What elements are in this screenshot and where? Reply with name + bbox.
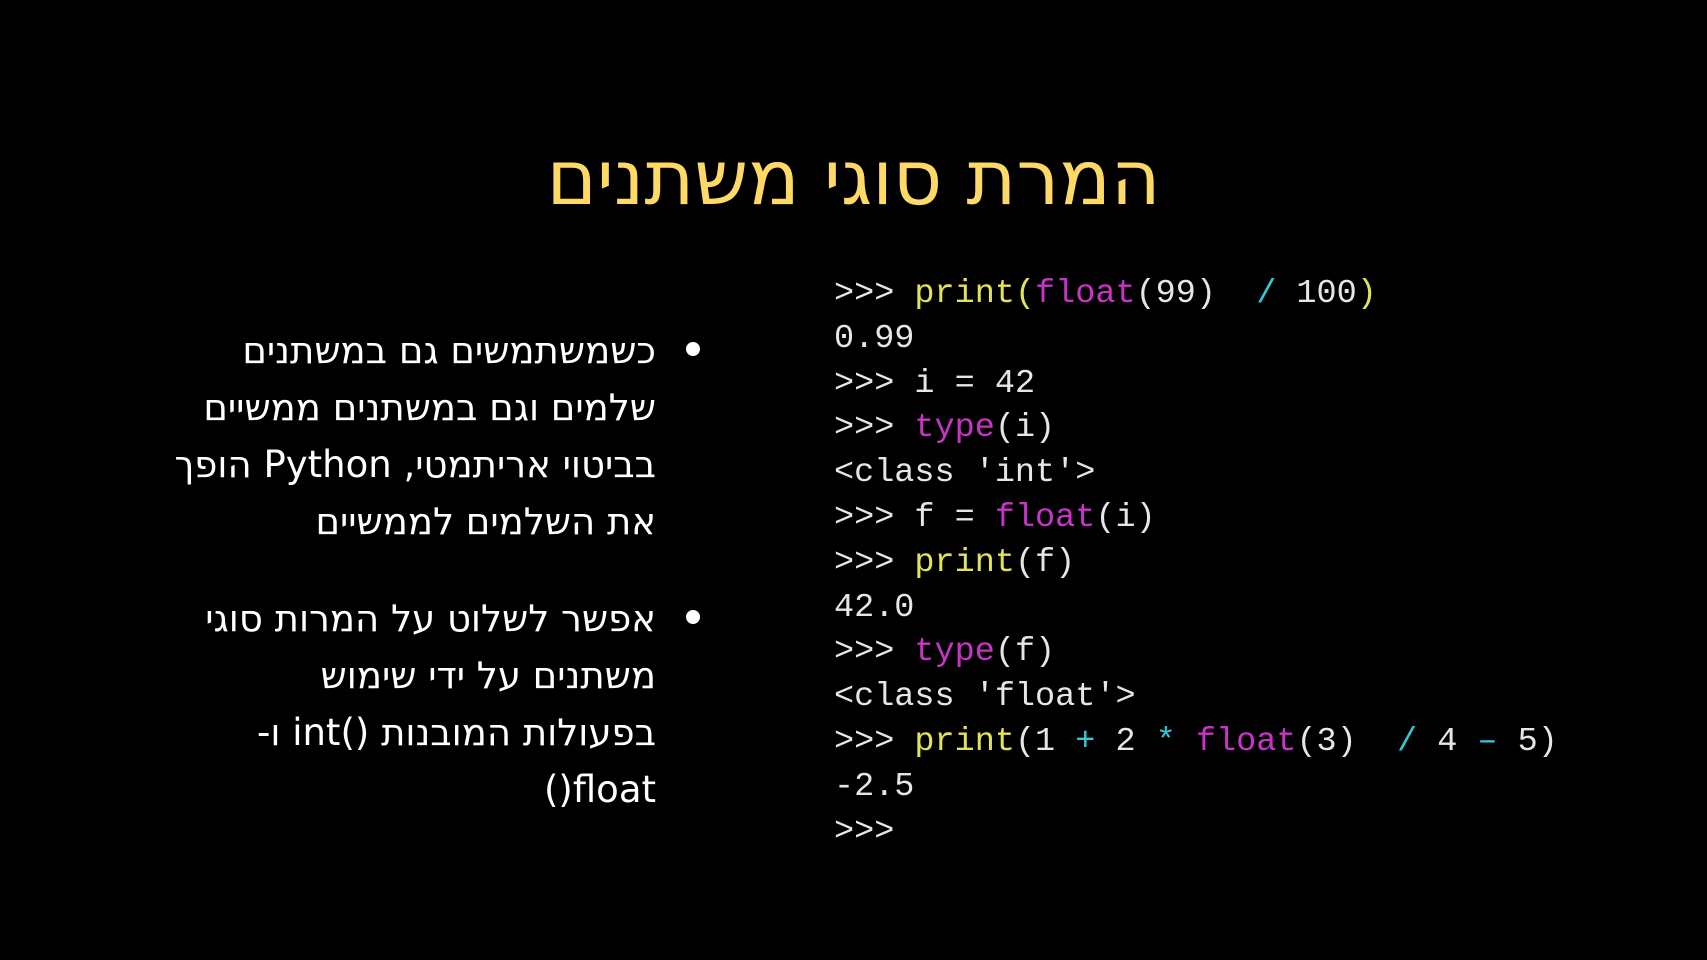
slide-title: המרת סוגי משתנים	[546, 133, 1161, 222]
console-token: <class 'float'>	[834, 678, 1136, 717]
console-prompt: >>>	[834, 633, 915, 672]
bullet-item: אפשר לשלוט על המרות סוגי משתנים על ידי ש…	[100, 590, 700, 818]
console-line: >>> print(f)	[834, 541, 1558, 586]
console-token: type	[914, 633, 995, 672]
console-line: >>> i = 42	[834, 362, 1558, 407]
console-token: (f)	[994, 633, 1056, 672]
console-prompt: >>>	[834, 364, 915, 403]
console-token: 2	[1115, 722, 1156, 761]
console-token: print	[914, 543, 1015, 582]
console-token: (3)	[1296, 722, 1397, 761]
bullet-text-line: float()	[544, 768, 656, 811]
console-line: 42.0	[834, 586, 1558, 631]
console-line: >>> type(f)	[834, 630, 1558, 675]
console-token: <class 'int'>	[834, 454, 1096, 493]
console-token: -2.5	[834, 767, 915, 806]
bullet-item: כשמשתמשים גם במשתנים שלמים וגם במשתנים מ…	[100, 322, 700, 550]
console-prompt: >>>	[834, 543, 915, 582]
console-token: float	[1195, 722, 1297, 761]
console-token: 0.99	[834, 319, 915, 358]
console-token: 100	[1296, 275, 1357, 313]
bullet-text-line: את השלמים לממשיים	[315, 500, 656, 543]
console-token: (f)	[1014, 543, 1076, 582]
console-line: >>> print(float(99) / 100)	[834, 272, 1558, 317]
console-token: f =	[914, 498, 995, 537]
console-token: type	[914, 409, 995, 448]
bullet-text-line: משתנים על ידי שימוש	[320, 654, 656, 697]
console-prompt: >>>	[834, 409, 915, 448]
bullet-text-line: כשמשתמשים גם במשתנים	[242, 329, 656, 372]
console-token: (1	[1014, 722, 1076, 761]
console-token: )	[1356, 275, 1377, 313]
python-console-code-block: >>> print(float(99) / 100) 0.99 >>> i = 42…	[834, 272, 1558, 854]
bullet-text-line: שלמים וגם במשתנים ממשיים	[203, 386, 656, 429]
bullet-text-line: אפשר לשלוט על המרות סוגי	[205, 597, 656, 640]
console-token: print	[914, 722, 1015, 761]
console-token: float	[1035, 275, 1136, 313]
console-prompt: >>>	[834, 498, 915, 537]
console-token: +	[1075, 722, 1116, 761]
bullet-dot-icon	[686, 610, 700, 624]
console-token: /	[1256, 275, 1297, 313]
console-token: –	[1477, 722, 1518, 761]
console-line: <class 'float'>	[834, 675, 1558, 720]
console-prompt: >>>	[834, 812, 895, 851]
bullet-list: כשמשתמשים גם במשתנים שלמים וגם במשתנים מ…	[100, 322, 700, 858]
bullet-dot-icon	[686, 342, 700, 356]
console-token: (i)	[994, 409, 1056, 448]
console-token: 5)	[1517, 722, 1558, 761]
console-prompt: >>>	[834, 722, 915, 761]
console-token: 42.0	[834, 588, 915, 627]
console-line: >>>	[834, 810, 1558, 855]
console-line: >>> f = float(i)	[834, 496, 1558, 541]
console-token: (99)	[1135, 275, 1257, 313]
console-token: 4	[1437, 722, 1478, 761]
console-token: *	[1155, 722, 1196, 761]
console-line: <class 'int'>	[834, 451, 1558, 496]
console-line: -2.5	[834, 765, 1558, 810]
bullet-text-line: בביטוי אריתמטי, Python הופך	[174, 443, 656, 486]
console-line: >>> type(i)	[834, 406, 1558, 451]
console-line: >>> print(1 + 2 * float(3) / 4 – 5)	[834, 720, 1558, 765]
console-token: float	[994, 498, 1096, 537]
console-token: /	[1396, 722, 1438, 761]
console-token: print(	[914, 275, 1036, 313]
console-line: 0.99	[834, 317, 1558, 362]
console-token: (i)	[1095, 498, 1156, 537]
console-prompt: >>>	[834, 275, 915, 313]
console-token: i = 42	[914, 364, 1036, 403]
bullet-text-line: בפעולות המובנות ()int ו-	[256, 711, 656, 754]
